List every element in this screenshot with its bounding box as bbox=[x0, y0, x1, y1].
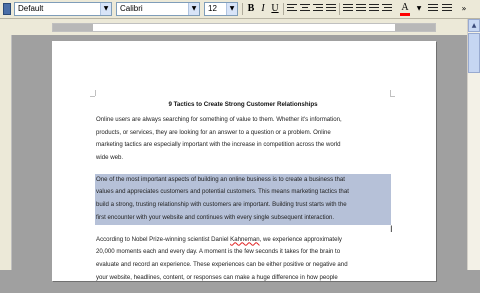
styles-pane-icon[interactable] bbox=[3, 3, 11, 15]
toolbar-icon[interactable] bbox=[442, 4, 452, 14]
text-line: wide web. bbox=[96, 154, 124, 162]
align-right-icon[interactable] bbox=[313, 4, 323, 14]
text-line: 20,000 moments each and every day. A mom… bbox=[96, 248, 341, 256]
paragraph-list: Online users are always searching for so… bbox=[95, 114, 391, 285]
font-size-dropdown[interactable]: 12 ▼ bbox=[204, 2, 238, 16]
font-dropdown-value: Calibri bbox=[120, 4, 143, 13]
ruler-left-margin bbox=[53, 24, 93, 31]
ruler-strip bbox=[52, 23, 436, 32]
style-dropdown-value: Default bbox=[18, 4, 44, 13]
text-line: products, or services, they are looking … bbox=[96, 128, 331, 136]
chevron-down-icon[interactable]: ▼ bbox=[413, 2, 425, 16]
toolbar-separator bbox=[339, 3, 340, 15]
text-line: values and appreciates customers and pot… bbox=[96, 188, 349, 196]
crop-mark bbox=[390, 90, 391, 96]
font-color-letter: A bbox=[401, 2, 409, 13]
selected-paragraph[interactable]: One of the most important aspects of bui… bbox=[95, 173, 391, 225]
text-line: marketing tactics are especially importa… bbox=[96, 141, 341, 149]
text-line: According to Nobel Prize-winning scienti… bbox=[96, 235, 342, 243]
text-cursor-icon: I bbox=[390, 225, 393, 235]
font-dropdown[interactable]: Calibri ▼ bbox=[116, 2, 200, 16]
bullet-list-icon[interactable] bbox=[369, 4, 379, 14]
indent-icon[interactable] bbox=[382, 4, 392, 14]
bold-button[interactable]: B bbox=[245, 2, 257, 16]
toolbar-separator bbox=[242, 3, 243, 15]
toolbar-options-icon[interactable]: » bbox=[458, 2, 470, 16]
crop-mark bbox=[90, 96, 95, 97]
font-color-button[interactable]: A bbox=[399, 2, 411, 16]
text-line: first encounter with your website and co… bbox=[96, 213, 335, 221]
document-body[interactable]: 9 Tactics to Create Strong Customer Rela… bbox=[95, 100, 391, 293]
line-spacing-icon[interactable] bbox=[343, 4, 353, 14]
font-color-swatch bbox=[400, 13, 410, 16]
paragraph[interactable]: According to Nobel Prize-winning scienti… bbox=[96, 234, 390, 285]
align-left-icon[interactable] bbox=[287, 4, 297, 14]
align-center-icon[interactable] bbox=[300, 4, 310, 14]
document-title: 9 Tactics to Create Strong Customer Rela… bbox=[168, 101, 318, 108]
text-line: build a strong, trusting relationship wi… bbox=[96, 201, 347, 209]
chevron-down-icon[interactable]: ▼ bbox=[188, 3, 199, 15]
style-dropdown[interactable]: Default ▼ bbox=[14, 2, 112, 16]
crop-mark bbox=[95, 90, 96, 96]
text-line: your website, headlines, content, or res… bbox=[96, 273, 338, 281]
underline-button[interactable]: U bbox=[269, 2, 281, 16]
chevron-down-icon[interactable]: ▼ bbox=[226, 3, 237, 15]
text-line: Online users are always searching for so… bbox=[96, 116, 342, 123]
scroll-up-icon[interactable]: ▲ bbox=[468, 19, 480, 32]
chevron-down-icon[interactable]: ▼ bbox=[100, 3, 111, 15]
toolbar-separator bbox=[283, 3, 284, 15]
misspelled-word[interactable]: Kahneman bbox=[230, 236, 259, 243]
numbered-list-icon[interactable] bbox=[356, 4, 366, 14]
paragraph[interactable]: Online users are always searching for so… bbox=[96, 114, 390, 165]
vertical-ruler[interactable] bbox=[0, 35, 12, 270]
justify-icon[interactable] bbox=[326, 4, 336, 14]
scroll-thumb[interactable] bbox=[468, 33, 480, 73]
italic-button[interactable]: I bbox=[257, 2, 269, 16]
font-size-value: 12 bbox=[208, 4, 217, 13]
toolbar-icon[interactable] bbox=[428, 4, 438, 14]
ruler-right-margin bbox=[395, 24, 435, 31]
text-line: One of the most important aspects of bui… bbox=[96, 175, 345, 183]
crop-mark bbox=[390, 96, 395, 97]
vertical-scrollbar[interactable]: ▲ bbox=[467, 19, 480, 270]
horizontal-ruler[interactable] bbox=[0, 19, 467, 35]
formatting-toolbar: Default ▼ Calibri ▼ 12 ▼ B I U A ▼ » bbox=[0, 0, 480, 19]
